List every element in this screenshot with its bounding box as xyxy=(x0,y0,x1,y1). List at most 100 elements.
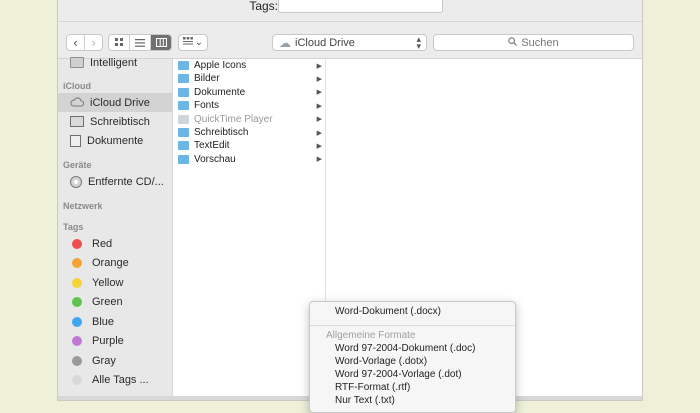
menu-section-header: Allgemeine Formate xyxy=(326,330,416,341)
disclosure-arrow-icon: ▶ xyxy=(316,129,322,137)
file-name: Vorschau xyxy=(194,153,236,165)
sidebar: Intelligent iCloud iCloud Drive Schreibt… xyxy=(58,57,173,400)
sidebar-item-tag[interactable]: Green xyxy=(58,293,172,312)
sidebar-item-icloud-drive[interactable]: iCloud Drive xyxy=(58,93,172,112)
sidebar-item-dokumente[interactable]: Dokumente xyxy=(58,131,172,150)
updown-chevron-icon: ▴ ▾ xyxy=(416,34,421,51)
tag-color-dot-icon xyxy=(72,355,82,366)
file-row[interactable]: Dokumente ▶ xyxy=(173,86,325,99)
sidebar-item-label: Alle Tags ... xyxy=(92,374,149,386)
sidebar-item-tag[interactable]: Gray xyxy=(58,351,172,370)
file-name: QuickTime Player xyxy=(194,113,273,125)
sidebar-item-label: Dokumente xyxy=(87,134,144,147)
section-header-devices: Geräte xyxy=(63,160,92,170)
sidebar-item-remote-cd[interactable]: Entfernte CD/... xyxy=(58,172,172,191)
cloud-icon: ☁ xyxy=(279,35,291,50)
tag-color-dot-icon xyxy=(72,277,82,288)
folder-icon xyxy=(178,101,189,111)
cloud-icon xyxy=(70,97,85,108)
tag-color-dot-icon xyxy=(72,297,82,307)
format-option[interactable]: Nur Text (.txt) xyxy=(335,395,395,406)
disclosure-arrow-icon: ▶ xyxy=(316,62,322,70)
file-name: Schreibtisch xyxy=(194,127,249,138)
tag-color-dot-icon xyxy=(72,258,82,268)
sidebar-item-tag[interactable]: Red xyxy=(58,234,172,253)
arrange-icon xyxy=(182,37,193,48)
sidebar-item-label: Green xyxy=(92,296,123,308)
menu-separator xyxy=(310,325,515,326)
chevron-right-icon[interactable]: › xyxy=(84,35,102,50)
format-option-selected[interactable]: Word-Dokument (.docx) xyxy=(335,306,441,317)
section-header-network: Netzwerk xyxy=(63,201,103,211)
disclosure-arrow-icon: ▶ xyxy=(316,75,322,83)
sidebar-item-label: Schreibtisch xyxy=(90,115,150,128)
cd-icon xyxy=(70,175,82,188)
sidebar-item-label: Red xyxy=(92,237,113,250)
list-view-icon[interactable] xyxy=(129,35,150,50)
desktop-icon xyxy=(70,116,84,127)
sidebar-item-tag[interactable]: Orange xyxy=(58,254,172,273)
disclosure-arrow-icon: ▶ xyxy=(316,142,322,150)
app-icon xyxy=(178,114,189,124)
sidebar-item-schreibtisch[interactable]: Schreibtisch xyxy=(58,112,172,131)
sidebar-item-label: Gray xyxy=(92,354,116,367)
sidebar-item-tag[interactable]: Blue xyxy=(58,312,172,331)
tag-color-dot-icon xyxy=(72,336,82,346)
format-menu: Word-Dokument (.docx) Allgemeine Formate… xyxy=(309,301,516,413)
folder-icon xyxy=(178,154,189,164)
location-popup[interactable]: ☁ iCloud Drive ▴ ▾ xyxy=(272,34,427,51)
folder-icon xyxy=(178,87,189,97)
folder-icon xyxy=(178,74,189,84)
location-label: iCloud Drive xyxy=(295,36,355,49)
tag-color-dot-icon xyxy=(72,238,82,249)
tags-input[interactable] xyxy=(278,0,443,13)
search-icon xyxy=(508,36,518,49)
sidebar-item-label: Yellow xyxy=(92,276,124,289)
file-name: Apple Icons xyxy=(194,60,247,71)
file-row[interactable]: Apple Icons ▶ xyxy=(173,59,325,72)
tags-label: Tags: xyxy=(249,0,278,13)
documents-icon xyxy=(70,134,81,147)
section-header-tags: Tags xyxy=(63,222,84,232)
sidebar-item-label: Intelligent xyxy=(90,56,138,69)
file-name: Dokumente xyxy=(194,86,246,98)
file-row[interactable]: QuickTime Player ▶ xyxy=(173,113,325,126)
sidebar-item-label: Orange xyxy=(92,257,129,269)
view-mode-buttons xyxy=(108,34,172,51)
navigation-buttons: ‹ › xyxy=(66,34,103,51)
format-option[interactable]: Word 97-2004-Vorlage (.dot) xyxy=(335,369,462,380)
sidebar-item-label: iCloud Drive xyxy=(90,96,150,109)
search-placeholder: Suchen xyxy=(521,36,559,49)
chevron-down-icon: ⌄ xyxy=(194,37,204,48)
tag-color-dot-icon xyxy=(72,316,82,327)
sidebar-item-intelligent[interactable]: Intelligent xyxy=(58,53,172,72)
folder-icon xyxy=(178,128,189,137)
sidebar-item-tag[interactable]: Purple xyxy=(58,332,172,351)
format-option[interactable]: Word-Vorlage (.dotx) xyxy=(335,356,427,367)
file-row[interactable]: Fonts ▶ xyxy=(173,99,325,112)
column-view-icon[interactable] xyxy=(150,35,171,50)
disclosure-arrow-icon: ▶ xyxy=(316,102,322,110)
search-field[interactable]: Suchen xyxy=(433,34,634,51)
disclosure-arrow-icon: ▶ xyxy=(316,89,322,97)
file-row[interactable]: Schreibtisch ▶ xyxy=(173,126,325,139)
file-row[interactable]: TextEdit ▶ xyxy=(173,139,325,152)
sidebar-item-tag[interactable]: Yellow xyxy=(58,273,172,292)
folder-icon xyxy=(178,141,189,151)
file-name: TextEdit xyxy=(194,140,230,152)
tag-color-dot-icon xyxy=(72,375,82,385)
arrange-button[interactable]: ⌄ xyxy=(178,34,208,51)
file-row[interactable]: Bilder ▶ xyxy=(173,72,325,85)
folder-icon xyxy=(70,57,84,68)
icon-view-icon[interactable] xyxy=(109,35,129,50)
format-option[interactable]: Word 97-2004-Dokument (.doc) xyxy=(335,343,475,354)
chevron-left-icon[interactable]: ‹ xyxy=(67,35,84,50)
section-header-icloud: iCloud xyxy=(63,81,91,91)
file-row[interactable]: Vorschau ▶ xyxy=(173,153,325,166)
format-option[interactable]: RTF-Format (.rtf) xyxy=(335,382,410,393)
tags-row: Tags: xyxy=(58,0,642,22)
sidebar-item-label: Purple xyxy=(92,335,124,347)
sidebar-item-tag[interactable]: Alle Tags ... xyxy=(58,371,172,390)
sidebar-item-label: Entfernte CD/... xyxy=(88,175,164,188)
disclosure-arrow-icon: ▶ xyxy=(316,156,322,164)
